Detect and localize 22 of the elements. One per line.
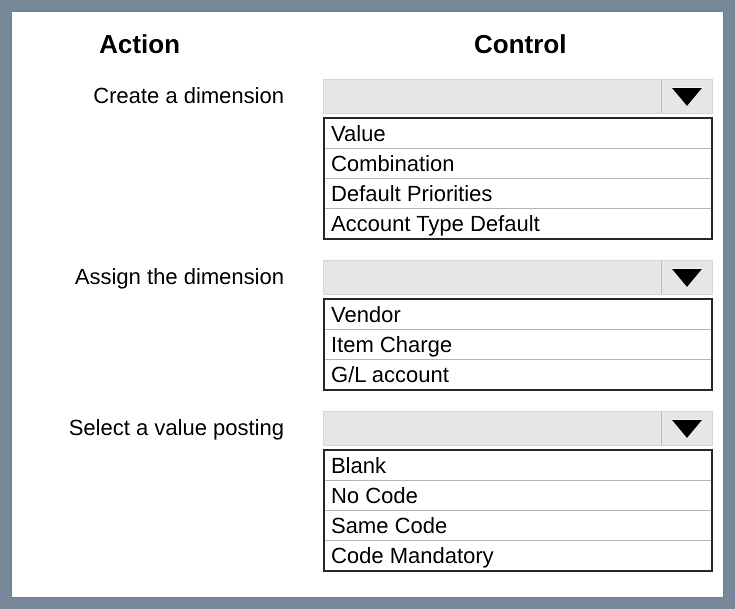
list-option[interactable]: Vendor xyxy=(325,300,711,329)
dropdown-field[interactable] xyxy=(323,411,713,446)
caret-icon xyxy=(672,268,702,286)
list-option[interactable]: Blank xyxy=(325,451,711,480)
list-option[interactable]: Item Charge xyxy=(325,329,711,359)
list-option[interactable]: Default Priorities xyxy=(325,178,711,208)
list-option[interactable]: Combination xyxy=(325,148,711,178)
action-label: Assign the dimension xyxy=(74,263,284,290)
column-heading: Action xyxy=(98,28,180,60)
action-label: Select a value posting xyxy=(68,414,284,441)
caret-icon xyxy=(672,420,702,438)
column-heading: Control xyxy=(474,28,566,60)
action-label: Create a dimension xyxy=(92,82,284,109)
list-option[interactable]: Same Code xyxy=(325,510,711,540)
dropdown-field[interactable] xyxy=(323,260,713,295)
dropdown-field[interactable] xyxy=(323,79,713,114)
list-option[interactable]: Account Type Default xyxy=(325,208,711,238)
list-option[interactable]: No Code xyxy=(325,480,711,510)
list-option[interactable]: G/L account xyxy=(325,359,711,389)
list-option[interactable]: Code Mandatory xyxy=(325,540,711,570)
list-option[interactable]: Value xyxy=(325,119,711,148)
caret-icon xyxy=(672,88,702,106)
